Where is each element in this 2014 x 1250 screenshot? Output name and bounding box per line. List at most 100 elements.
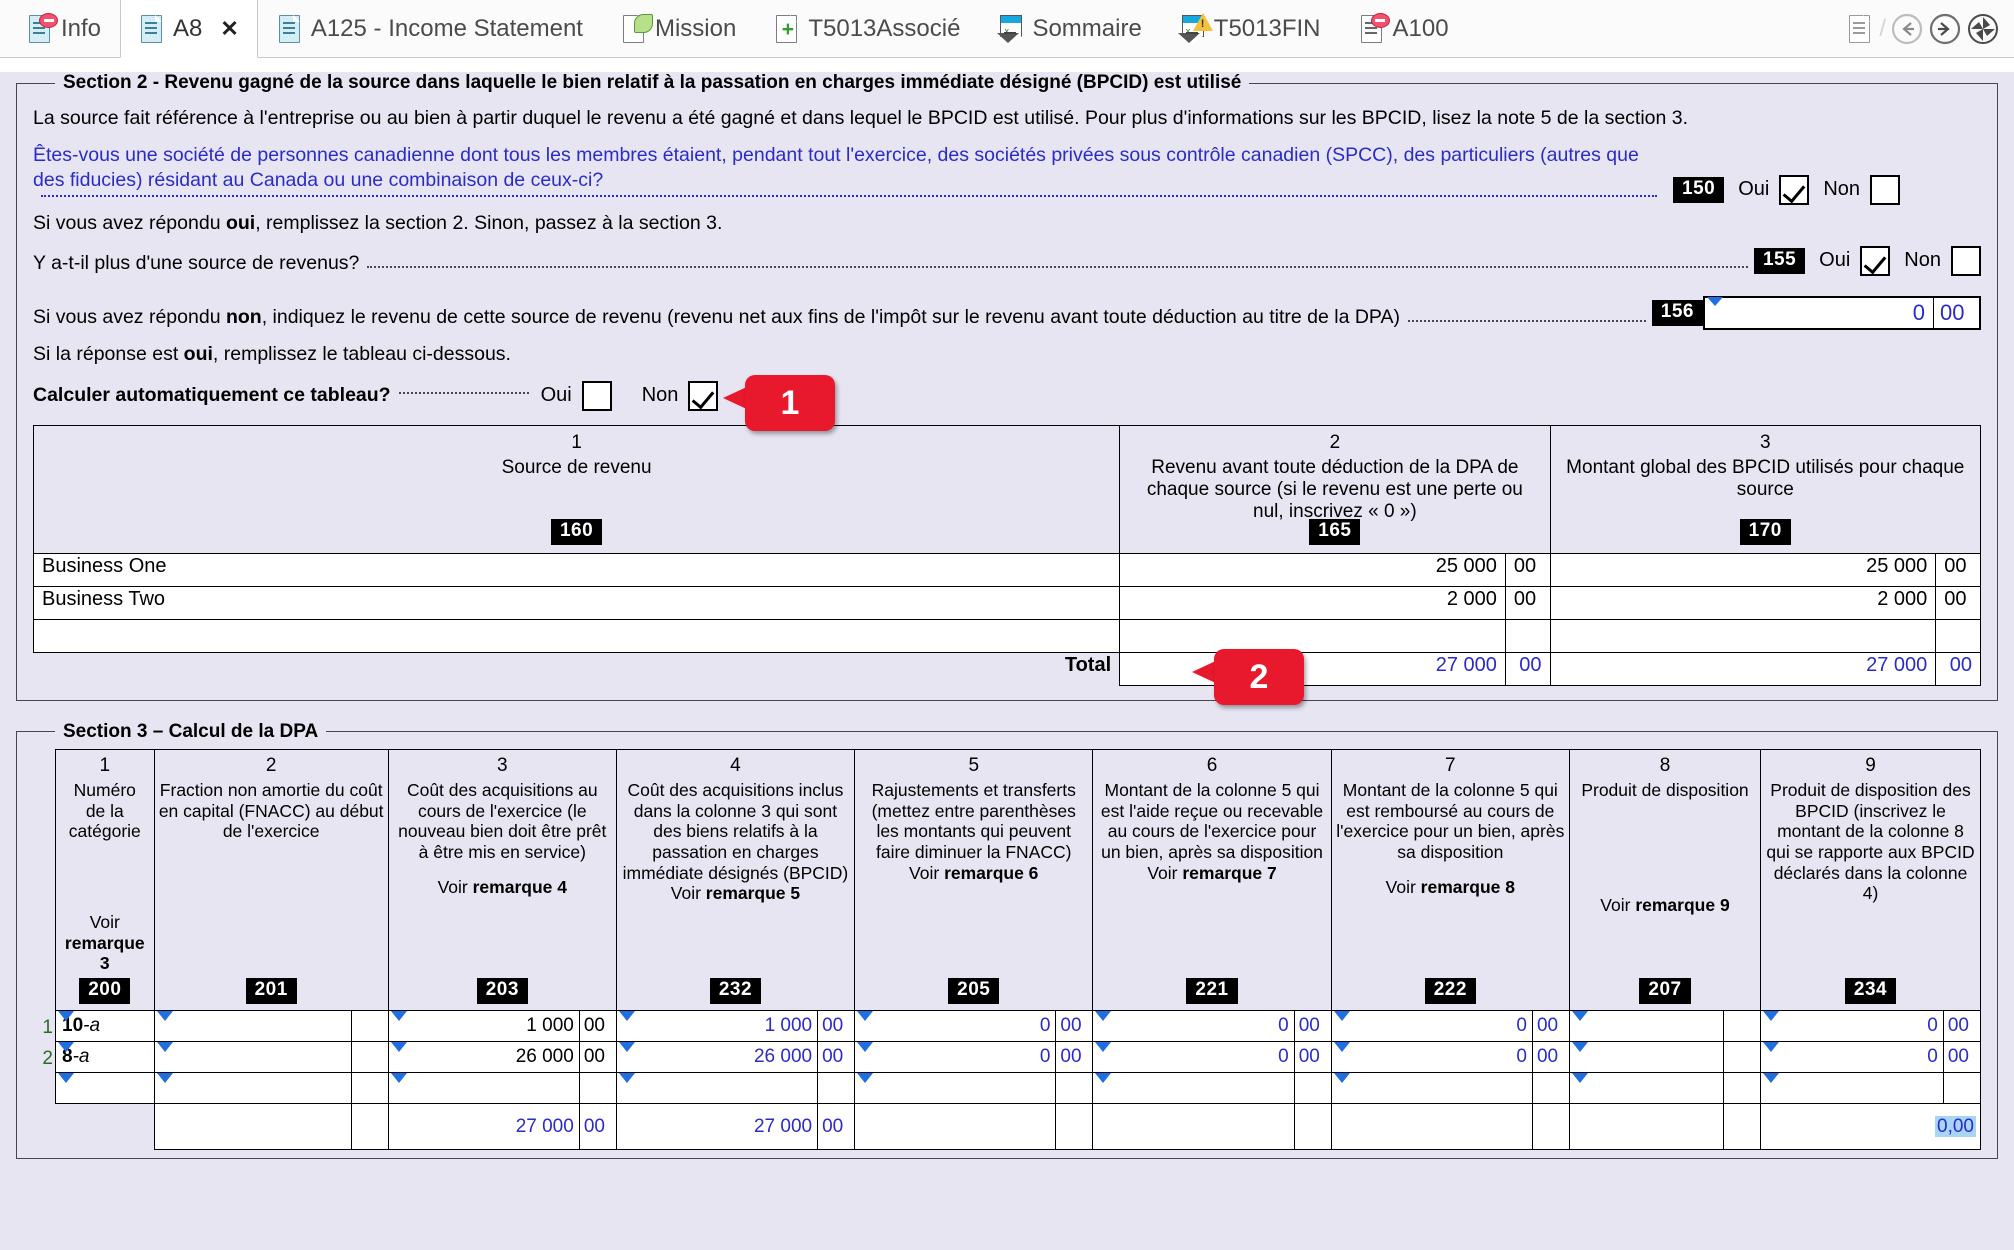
- field-156-amount[interactable]: 0: [1705, 296, 1933, 328]
- s3-c8[interactable]: [1568, 1010, 1725, 1043]
- s3-c7[interactable]: 0: [1330, 1041, 1533, 1074]
- s3-c2-cents[interactable]: [350, 1072, 389, 1105]
- tab-t5013associe[interactable]: + T5013Associé: [755, 0, 979, 58]
- s3-c4[interactable]: [615, 1072, 819, 1105]
- autocalc-yes-checkbox[interactable]: [581, 380, 612, 411]
- row-bpcid[interactable]: 2 000: [1549, 585, 1937, 620]
- s3-c5-cents[interactable]: 00: [1055, 1041, 1094, 1074]
- s3-c5[interactable]: [854, 1072, 1057, 1105]
- s3-c2[interactable]: [153, 1041, 352, 1074]
- row-bpcid-cents[interactable]: [1935, 618, 1981, 653]
- question-155-no-checkbox[interactable]: [1951, 245, 1981, 276]
- s3-c9-cents[interactable]: 00: [1942, 1041, 1982, 1074]
- s3-total-blank: [55, 1103, 155, 1150]
- column-header-3: 3 Montant global des BPCID utilisés pour…: [1549, 424, 1982, 554]
- tab-label: Info: [61, 15, 102, 42]
- s3-col-7-see: Voir: [1385, 876, 1416, 897]
- tab-mission[interactable]: Mission: [602, 0, 755, 58]
- note-answered-yes: Si vous avez répondu oui, remplissez la …: [33, 211, 1981, 236]
- s3-c8-cents[interactable]: [1723, 1072, 1762, 1105]
- row-source[interactable]: [32, 618, 1121, 653]
- tab-sommaire[interactable]: x Sommaire: [979, 0, 1160, 58]
- s3-c3[interactable]: [387, 1072, 580, 1105]
- s3-c9-cents[interactable]: [1942, 1072, 1982, 1105]
- s3-c3-cents[interactable]: [578, 1072, 617, 1105]
- s3-c8-cents[interactable]: [1723, 1010, 1762, 1043]
- tab-a8[interactable]: A8 ✕: [120, 0, 258, 58]
- row-bpcid-cents[interactable]: 00: [1935, 585, 1981, 620]
- s3-col-5-see-bold: remarque 6: [944, 862, 1039, 883]
- question-155-yes-checkbox[interactable]: [1860, 245, 1891, 276]
- row-source[interactable]: Business Two: [32, 585, 1121, 620]
- row-bpcid-cents[interactable]: 00: [1935, 552, 1981, 587]
- s3-c2-cents[interactable]: [350, 1041, 389, 1074]
- s3-total-c9-selected[interactable]: 0,00: [1760, 1103, 1981, 1151]
- s3-c5[interactable]: 0: [854, 1010, 1057, 1043]
- s3-c9[interactable]: [1760, 1072, 1944, 1105]
- arrow-left-circle-icon[interactable]: [1890, 12, 1924, 46]
- refresh-icon[interactable]: [1966, 12, 2000, 46]
- s3-c4[interactable]: 26 000: [615, 1041, 819, 1074]
- tab-a100[interactable]: A100: [1340, 0, 1468, 58]
- tab-a125-income-statement[interactable]: A125 - Income Statement: [258, 0, 602, 58]
- s3-c5[interactable]: 0: [854, 1041, 1057, 1074]
- s3-c3-cents[interactable]: 00: [578, 1010, 617, 1043]
- s3-c5-cents[interactable]: [1055, 1072, 1094, 1105]
- tab-info[interactable]: Info: [8, 0, 120, 58]
- s3-col-2-title: Fraction non amortie du coût en capital …: [158, 780, 384, 842]
- s3-c6[interactable]: 0: [1092, 1041, 1295, 1074]
- row-income[interactable]: 2 000: [1119, 585, 1506, 620]
- autocalc-no-checkbox[interactable]: [688, 380, 719, 411]
- s3-c2-cents[interactable]: [350, 1010, 389, 1043]
- row-income[interactable]: 25 000: [1119, 552, 1506, 587]
- s3-c7-cents[interactable]: 00: [1531, 1010, 1570, 1043]
- s3-c8[interactable]: [1568, 1072, 1725, 1105]
- s3-c2[interactable]: [153, 1010, 352, 1043]
- question-150-no-checkbox[interactable]: [1870, 174, 1901, 205]
- s3-c3-cents[interactable]: 00: [578, 1041, 617, 1074]
- s3-c7[interactable]: 0: [1330, 1010, 1533, 1043]
- tab-t5013fin[interactable]: x T5013FIN: [1161, 0, 1340, 58]
- question-150-yes-label: Oui: [1738, 178, 1770, 201]
- row-bpcid[interactable]: 25 000: [1549, 552, 1937, 587]
- s3-c7-cents[interactable]: [1531, 1072, 1570, 1105]
- s3-c4[interactable]: 1 000: [615, 1010, 819, 1043]
- table-row: [32, 618, 1981, 653]
- s3-c7[interactable]: [1330, 1072, 1533, 1105]
- s3-col-7-title: Montant de la colonne 5 qui est rembours…: [1336, 780, 1565, 863]
- field-156-input[interactable]: 0 00: [1703, 295, 1981, 330]
- row-income-cents[interactable]: 00: [1504, 585, 1551, 620]
- s3-c3[interactable]: 1 000: [387, 1010, 580, 1043]
- s3-c3[interactable]: 26 000: [387, 1041, 580, 1074]
- s3-category[interactable]: 10-a: [55, 1010, 155, 1043]
- row-source[interactable]: Business One: [32, 552, 1121, 587]
- s3-c6[interactable]: 0: [1092, 1010, 1295, 1043]
- s3-c4-cents[interactable]: 00: [817, 1010, 856, 1043]
- row-income-cents[interactable]: 00: [1504, 552, 1551, 587]
- s3-c7-cents[interactable]: 00: [1531, 1041, 1570, 1074]
- tab-close-icon[interactable]: ✕: [220, 17, 238, 40]
- s3-c4-cents[interactable]: 00: [817, 1041, 856, 1074]
- question-155-yes-label: Oui: [1819, 249, 1851, 272]
- s3-category[interactable]: [55, 1072, 155, 1105]
- s3-c5-cents[interactable]: 00: [1055, 1010, 1094, 1043]
- s3-column-header-8: 8 Produit de disposition Voir remarque 9…: [1568, 748, 1762, 1012]
- s3-c9[interactable]: 0: [1760, 1010, 1944, 1043]
- s3-c8-cents[interactable]: [1723, 1041, 1762, 1074]
- s3-c6-cents[interactable]: 00: [1293, 1010, 1332, 1043]
- s3-c9[interactable]: 0: [1760, 1041, 1944, 1074]
- s3-c9-cents[interactable]: 00: [1942, 1010, 1982, 1043]
- arrow-right-circle-icon[interactable]: [1928, 12, 1962, 46]
- field-156-cents[interactable]: 00: [1933, 297, 1979, 328]
- row-income[interactable]: [1119, 618, 1506, 653]
- question-150-yes-checkbox[interactable]: [1779, 174, 1810, 205]
- s3-c6-cents[interactable]: 00: [1293, 1041, 1332, 1074]
- s3-c8[interactable]: [1568, 1041, 1725, 1074]
- row-income-cents[interactable]: [1504, 618, 1551, 653]
- s3-c4-cents[interactable]: [817, 1072, 856, 1105]
- row-bpcid[interactable]: [1549, 618, 1937, 653]
- s3-c6[interactable]: [1092, 1072, 1295, 1105]
- s3-c2[interactable]: [153, 1072, 352, 1105]
- s3-c6-cents[interactable]: [1293, 1072, 1332, 1105]
- s3-category[interactable]: 8-a: [55, 1041, 155, 1074]
